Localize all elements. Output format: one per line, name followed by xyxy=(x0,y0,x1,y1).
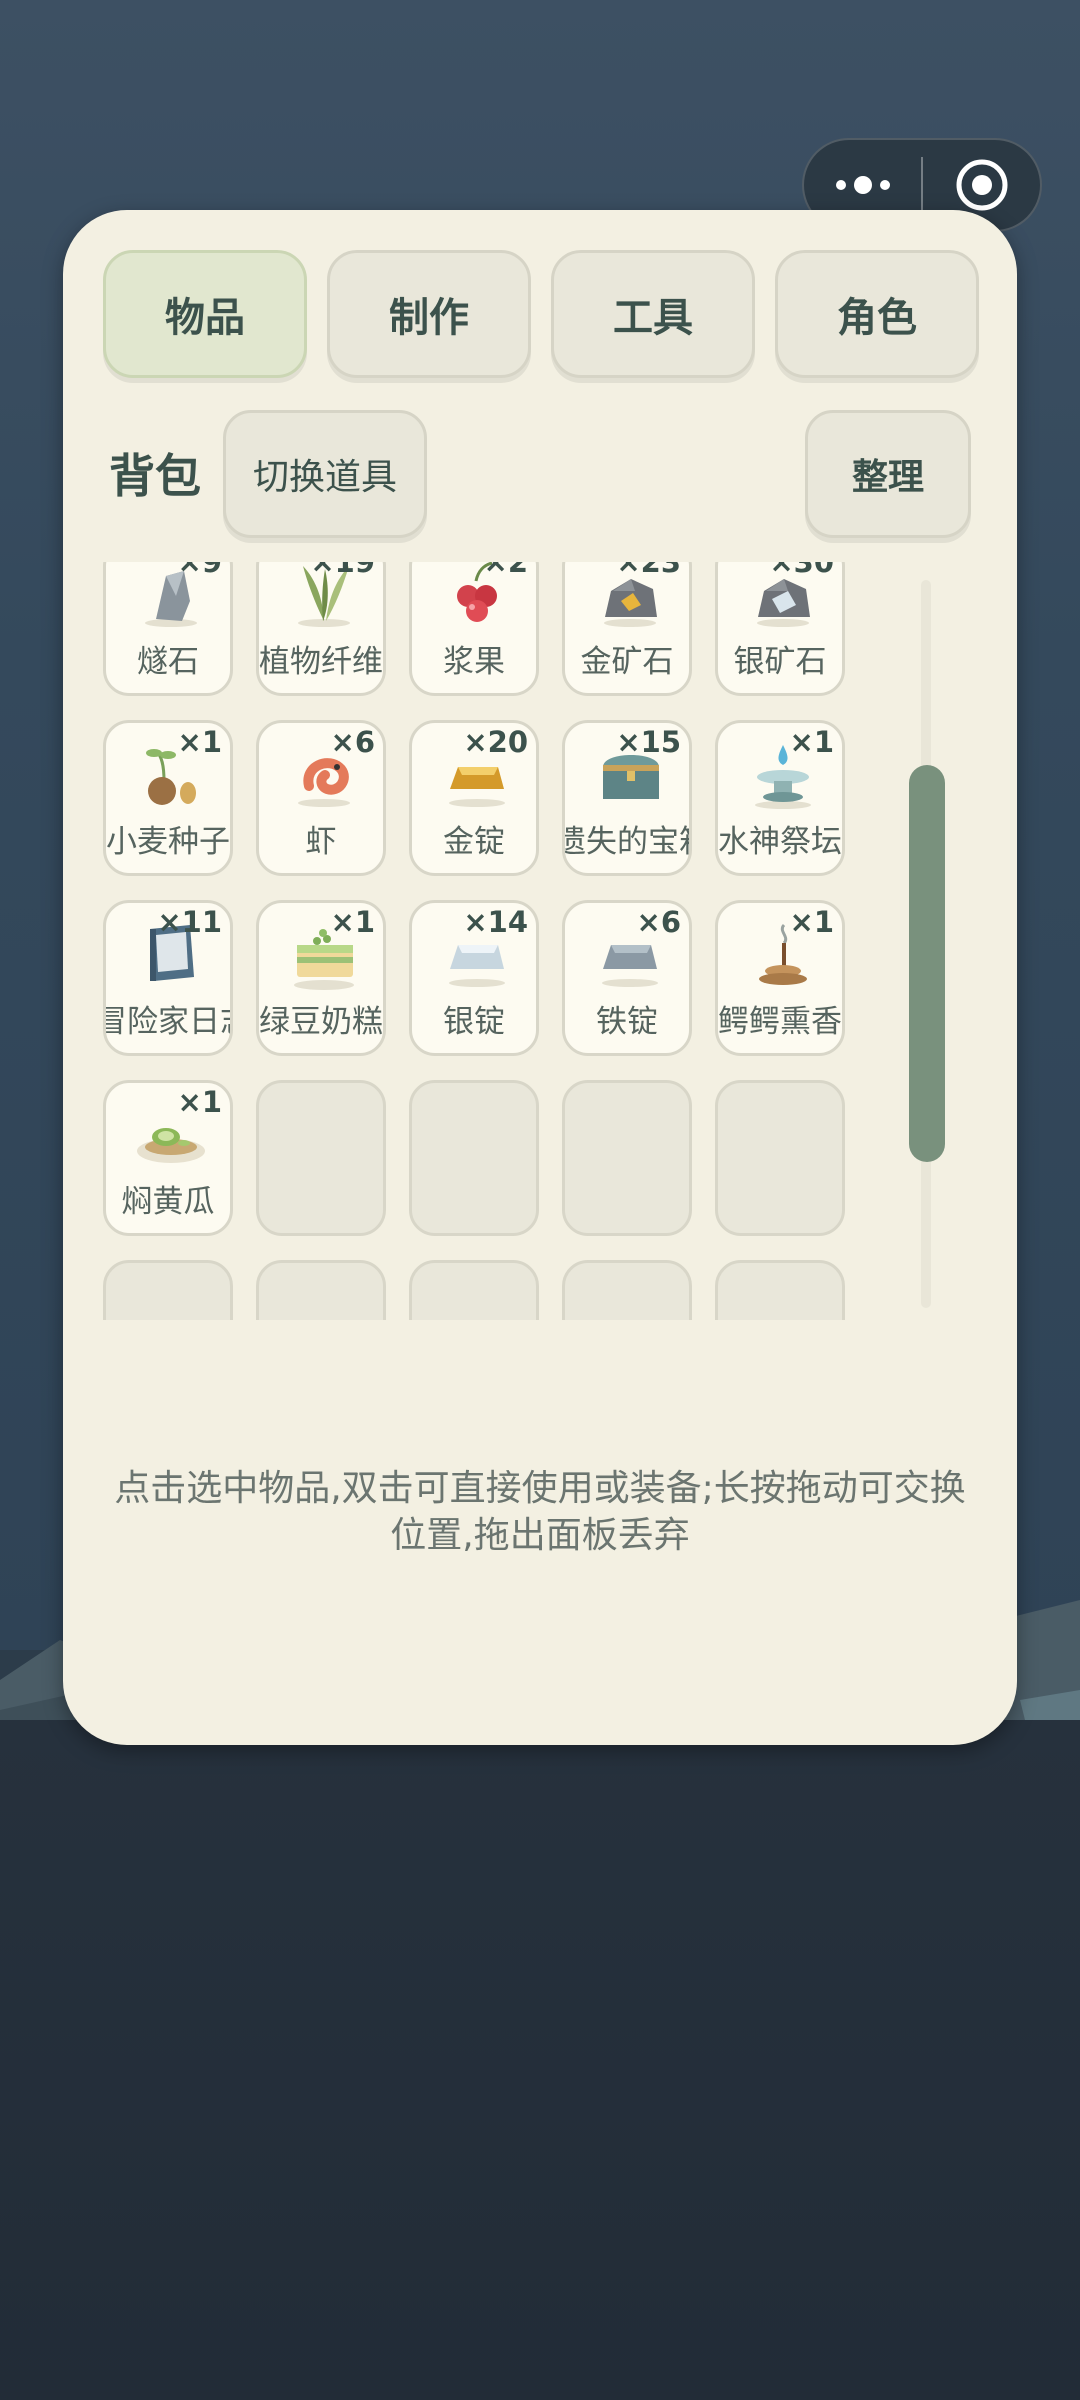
switch-items-button[interactable]: 切换道具 xyxy=(223,410,427,538)
inventory-slot[interactable]: ×1 鳄鳄熏香 xyxy=(715,900,845,1056)
inventory-slot[interactable]: ×1 绿豆奶糕 xyxy=(256,900,386,1056)
item-name: 银矿石 xyxy=(733,644,827,680)
inventory-slot[interactable]: ×19 植物纤维 xyxy=(256,562,386,696)
empty-slot[interactable] xyxy=(562,1080,692,1236)
tab-tools[interactable]: 工具 xyxy=(551,250,755,378)
empty-slot[interactable] xyxy=(256,1080,386,1236)
empty-slot[interactable] xyxy=(409,1080,539,1236)
item-name: 小麦种子 xyxy=(106,824,230,860)
item-name: 水神祭坛 xyxy=(718,824,842,860)
usage-hint: 点击选中物品,双击可直接使用或装备;长按拖动可交换位置,拖出面板丢弃 xyxy=(114,1468,966,1556)
inventory-panel: 物品 制作 工具 角色 背包 切换道具 整理 ×9 燧石 ×19 植物纤维 ×2 浆果 ×2… xyxy=(63,210,1017,1745)
empty-slot[interactable] xyxy=(103,1260,233,1320)
item-quantity: ×9 xyxy=(177,562,222,579)
item-quantity: ×11 xyxy=(157,905,222,939)
inventory-slot[interactable]: ×1 小麦种子 xyxy=(103,720,233,876)
inventory-slot[interactable]: ×20 金锭 xyxy=(409,720,539,876)
item-name: 遗失的宝箱 xyxy=(565,824,689,860)
empty-slot[interactable] xyxy=(715,1080,845,1236)
inventory-grid: ×9 燧石 ×19 植物纤维 ×2 浆果 ×23 金矿石 ×30 银矿石 ×1 小麦种子 ×6 虾 ×20 金… xyxy=(99,562,919,1320)
inventory-slot[interactable]: ×1 水神祭坛 xyxy=(715,720,845,876)
empty-slot[interactable] xyxy=(409,1260,539,1320)
inventory-slot[interactable]: ×23 金矿石 xyxy=(562,562,692,696)
item-quantity: ×15 xyxy=(616,725,681,759)
item-quantity: ×30 xyxy=(769,562,834,579)
scrollbar-thumb[interactable] xyxy=(909,765,945,1162)
item-name: 银锭 xyxy=(443,1004,505,1040)
inventory-slot[interactable]: ×9 燧石 xyxy=(103,562,233,696)
inventory-slot[interactable]: ×11 冒险家日志 xyxy=(103,900,233,1056)
item-name: 浆果 xyxy=(443,644,505,680)
tab-crafting[interactable]: 制作 xyxy=(327,250,531,378)
item-name: 绿豆奶糕 xyxy=(259,1004,383,1040)
item-quantity: ×6 xyxy=(330,725,375,759)
item-name: 燧石 xyxy=(137,644,199,680)
inventory-slot[interactable]: ×14 银锭 xyxy=(409,900,539,1056)
inventory-slot[interactable]: ×6 铁锭 xyxy=(562,900,692,1056)
tab-items[interactable]: 物品 xyxy=(103,250,307,378)
empty-slot[interactable] xyxy=(715,1260,845,1320)
item-quantity: ×14 xyxy=(463,905,528,939)
item-quantity: ×2 xyxy=(483,562,528,579)
empty-slot[interactable] xyxy=(562,1260,692,1320)
item-quantity: ×20 xyxy=(463,725,528,759)
item-name: 植物纤维 xyxy=(259,644,383,680)
item-quantity: ×6 xyxy=(636,905,681,939)
inventory-slot[interactable]: ×30 银矿石 xyxy=(715,562,845,696)
item-name: 铁锭 xyxy=(596,1004,658,1040)
item-name: 金矿石 xyxy=(580,644,674,680)
inventory-slot[interactable]: ×2 浆果 xyxy=(409,562,539,696)
tab-character[interactable]: 角色 xyxy=(775,250,979,378)
inventory-slot[interactable]: ×6 虾 xyxy=(256,720,386,876)
backpack-title: 背包 xyxy=(109,449,201,503)
item-name: 金锭 xyxy=(443,824,505,860)
ground-dark xyxy=(0,1720,1080,2400)
empty-slot[interactable] xyxy=(256,1260,386,1320)
item-name: 焖黄瓜 xyxy=(121,1184,215,1220)
item-quantity: ×1 xyxy=(177,1085,222,1119)
sort-button[interactable]: 整理 xyxy=(805,410,971,538)
item-quantity: ×1 xyxy=(330,905,375,939)
item-name: 虾 xyxy=(305,824,337,860)
item-name: 鳄鳄熏香 xyxy=(718,1004,842,1040)
inventory-slot[interactable]: ×1 焖黄瓜 xyxy=(103,1080,233,1236)
item-quantity: ×1 xyxy=(789,725,834,759)
item-quantity: ×1 xyxy=(177,725,222,759)
item-name: 冒险家日志 xyxy=(106,1004,230,1040)
item-quantity: ×23 xyxy=(616,562,681,579)
inventory-slot[interactable]: ×15 遗失的宝箱 xyxy=(562,720,692,876)
item-quantity: ×19 xyxy=(310,562,375,579)
item-quantity: ×1 xyxy=(789,905,834,939)
